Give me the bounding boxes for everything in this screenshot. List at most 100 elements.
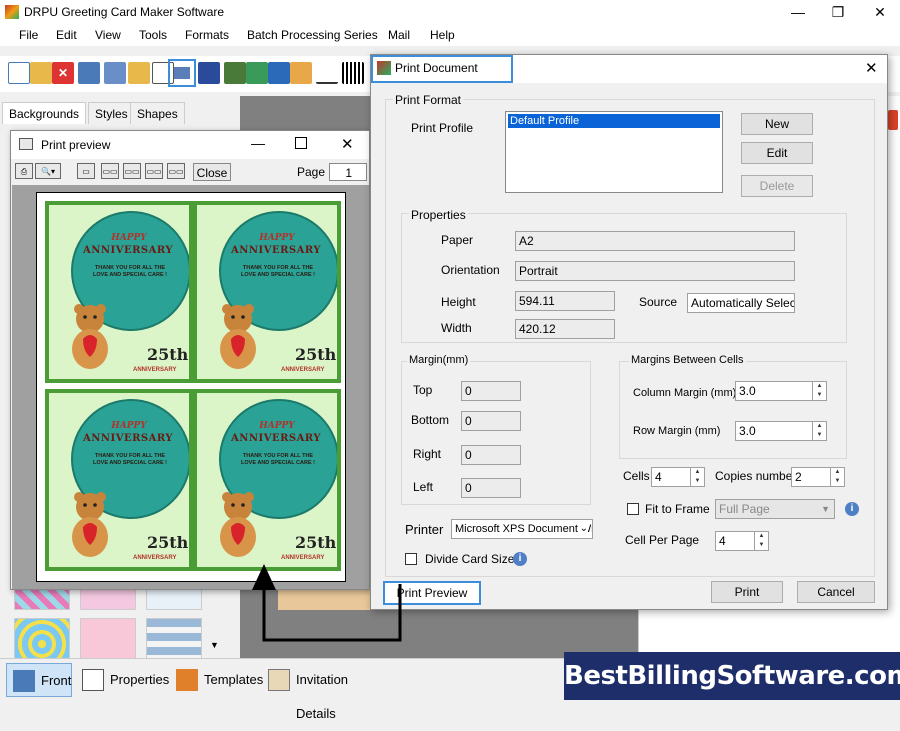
one-page-icon[interactable]: ▭: [77, 163, 95, 179]
barcode-icon[interactable]: [342, 62, 364, 84]
print-profile-list[interactable]: Default Profile: [505, 111, 723, 193]
crop-icon[interactable]: [224, 62, 246, 84]
scroll-down-arrow[interactable]: ▼: [210, 640, 219, 650]
close-doc-icon[interactable]: ✕: [52, 62, 74, 84]
new-button[interactable]: New: [741, 113, 813, 135]
background-thumbnail[interactable]: [80, 588, 136, 610]
app-title: DRPU Greeting Card Maker Software: [24, 5, 225, 19]
close-button[interactable]: ✕: [860, 0, 900, 24]
menu-tools[interactable]: Tools: [139, 28, 167, 42]
paper-label: Paper: [441, 233, 474, 247]
two-page-icon[interactable]: ▭▭: [101, 163, 119, 179]
print-preview-titlebar: Print preview — ✕: [11, 131, 369, 159]
new-icon[interactable]: [8, 62, 30, 84]
cell-per-page-spinner[interactable]: ▲ ▼: [754, 532, 768, 550]
printer-label: Printer: [405, 522, 444, 537]
page-number-input[interactable]: 1: [329, 163, 367, 181]
menu-mail[interactable]: Mail: [388, 28, 410, 42]
info-icon[interactable]: i: [845, 502, 859, 516]
fit-to-frame-checkbox[interactable]: [627, 503, 639, 515]
edit-button[interactable]: Edit: [741, 142, 813, 164]
menu-edit[interactable]: Edit: [56, 28, 77, 42]
menu-view[interactable]: View: [95, 28, 121, 42]
card-number-text: 25th: [295, 345, 337, 364]
tab-styles[interactable]: Styles: [88, 102, 135, 124]
save-icon[interactable]: [78, 62, 100, 84]
save-as-icon[interactable]: [104, 62, 126, 84]
right-margin-label: Right: [413, 447, 442, 461]
preview-maximize-button[interactable]: [295, 137, 307, 149]
menu-help[interactable]: Help: [430, 28, 455, 42]
properties-tab[interactable]: Properties: [76, 663, 169, 697]
pen-icon[interactable]: [268, 62, 290, 84]
fit-to-frame-select[interactable]: Full Page ▼: [715, 499, 835, 519]
height-field[interactable]: 594.11: [515, 291, 615, 311]
left-panel-tabs: Backgrounds Styles Shapes: [0, 100, 240, 124]
batch-icon[interactable]: [198, 62, 220, 84]
bottom-margin-field[interactable]: 0: [461, 411, 521, 431]
copies-number-field[interactable]: 2 ▲ ▼: [791, 467, 845, 487]
preview-close-button[interactable]: Close: [193, 163, 231, 181]
card-thank-you-text: THANK YOU FOR ALL THE LOVE AND SPECIAL CA…: [79, 265, 181, 279]
menu-batch-processing[interactable]: Batch Processing Series: [247, 28, 378, 42]
cell-per-page-value: 4: [719, 534, 726, 548]
maximize-button[interactable]: ❐: [818, 0, 858, 24]
six-page-icon[interactable]: ▭▭: [167, 163, 185, 179]
copies-spinner[interactable]: ▲ ▼: [830, 468, 844, 486]
preview-minimize-button[interactable]: —: [251, 135, 265, 151]
orientation-label: Orientation: [441, 263, 500, 277]
profile-list-item[interactable]: Default Profile: [508, 114, 720, 128]
front-tab[interactable]: Front: [6, 663, 72, 697]
templates-tab[interactable]: Templates: [170, 663, 263, 697]
print-icon[interactable]: ⎙: [15, 163, 33, 179]
invitation-details-tab[interactable]: Invitation Details: [262, 663, 386, 721]
zoom-icon[interactable]: 🔍▾: [35, 163, 61, 179]
dialog-app-icon: [377, 61, 391, 75]
cells-spinner[interactable]: ▲ ▼: [690, 468, 704, 486]
column-margin-field[interactable]: 3.0 ▲ ▼: [735, 381, 827, 401]
left-margin-field[interactable]: 0: [461, 478, 521, 498]
minimize-button[interactable]: —: [778, 0, 818, 24]
column-margin-spinner[interactable]: ▲ ▼: [812, 382, 826, 400]
export-icon[interactable]: [128, 62, 150, 84]
image-icon[interactable]: [246, 62, 268, 84]
cancel-button[interactable]: Cancel: [797, 581, 875, 603]
menu-formats[interactable]: Formats: [185, 28, 229, 42]
cells-field[interactable]: 4 ▲ ▼: [651, 467, 705, 487]
delete-button[interactable]: Delete: [741, 175, 813, 197]
background-thumbnail[interactable]: [146, 588, 202, 610]
greeting-card: HAPPY ANNIVERSARY THANK YOU FOR ALL THE L…: [193, 201, 341, 383]
width-field[interactable]: 420.12: [515, 319, 615, 339]
preview-close-x-button[interactable]: ✕: [341, 135, 354, 153]
open-folder-icon[interactable]: [30, 62, 52, 84]
cell-per-page-field[interactable]: 4 ▲ ▼: [715, 531, 769, 551]
four-page-icon[interactable]: ▭▭: [145, 163, 163, 179]
source-field[interactable]: Automatically Select: [687, 293, 795, 313]
print-preview-toolbar: ⎙ 🔍▾ ▭ ▭▭ ▭▭ ▭▭ ▭▭ Close Page 1: [11, 159, 369, 185]
three-page-icon[interactable]: ▭▭: [123, 163, 141, 179]
orientation-field[interactable]: Portrait: [515, 261, 795, 281]
menu-file[interactable]: File: [19, 28, 38, 42]
greeting-card: HAPPY ANNIVERSARY THANK YOU FOR ALL THE L…: [45, 201, 193, 383]
row-margin-spinner[interactable]: ▲ ▼: [812, 422, 826, 440]
properties-icon: [82, 669, 104, 691]
preview-page: HAPPY ANNIVERSARY THANK YOU FOR ALL THE L…: [36, 192, 346, 582]
divide-info-icon[interactable]: i: [513, 552, 527, 566]
tab-shapes[interactable]: Shapes: [130, 102, 185, 124]
paper-field[interactable]: A2: [515, 231, 795, 251]
background-thumbnail[interactable]: [14, 588, 70, 610]
print-button-highlight[interactable]: [168, 59, 196, 87]
top-margin-field[interactable]: 0: [461, 381, 521, 401]
cell-per-page-label: Cell Per Page: [625, 533, 700, 547]
print-document-titlebar: Print Document ✕: [371, 55, 887, 83]
tab-backgrounds[interactable]: Backgrounds: [2, 102, 87, 124]
card-thank-you-line1: THANK YOU FOR ALL THE: [242, 265, 314, 271]
shape-icon[interactable]: [290, 62, 312, 84]
properties-legend: Properties: [409, 208, 468, 222]
row-margin-field[interactable]: 3.0 ▲ ▼: [735, 421, 827, 441]
print-button[interactable]: Print: [711, 581, 783, 603]
ruler-icon[interactable]: [316, 62, 338, 84]
dialog-close-x-button[interactable]: ✕: [865, 59, 878, 77]
printer-select[interactable]: Microsoft XPS Document Writer ⌄: [451, 519, 593, 539]
right-margin-field[interactable]: 0: [461, 445, 521, 465]
